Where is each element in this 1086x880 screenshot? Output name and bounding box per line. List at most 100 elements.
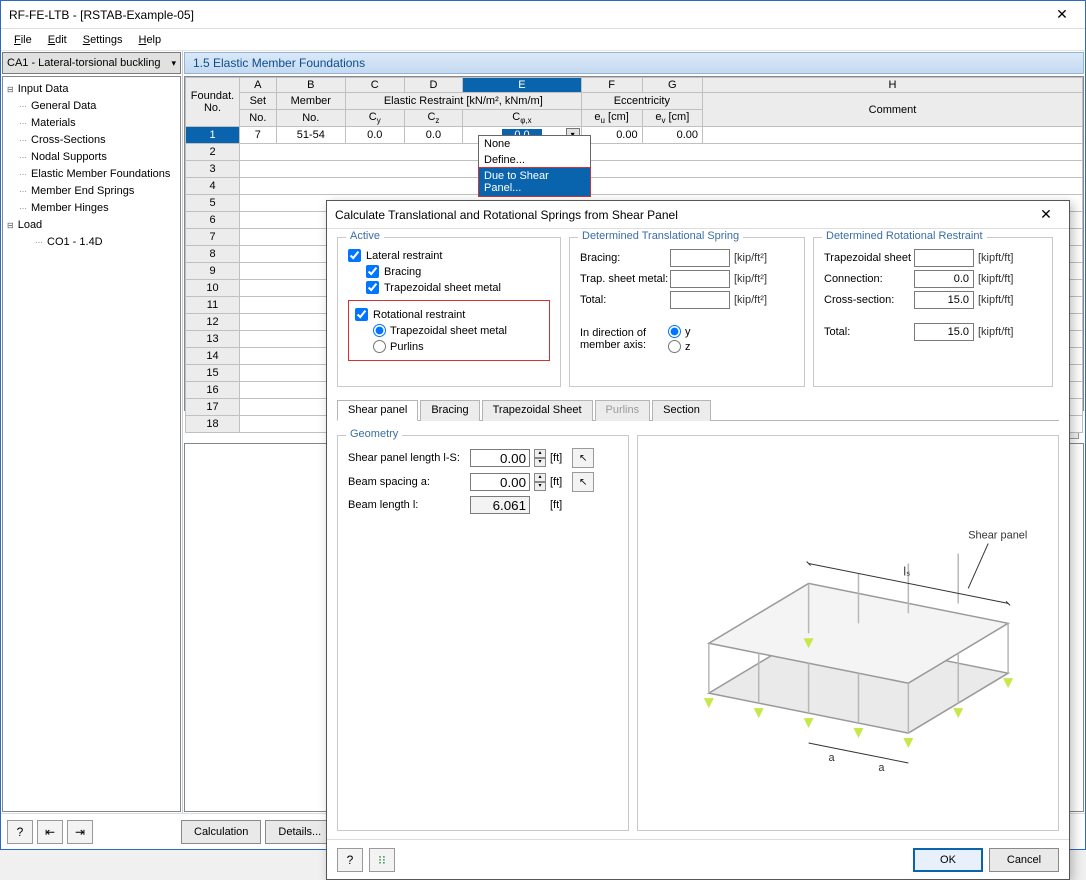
col-e[interactable]: E [463,78,581,93]
group-active-title: Active [346,230,384,242]
chk-lateral[interactable]: Lateral restraint [348,249,550,262]
col-g[interactable]: G [642,78,702,93]
h-eu: eu [cm] [581,110,642,127]
trans-total-val [670,291,730,309]
row-hdr[interactable]: 6 [186,212,240,229]
dialog-units-button[interactable]: ⁝⁝ [369,848,395,872]
tree-root[interactable]: Input Data [5,81,178,98]
ok-button[interactable]: OK [913,848,983,872]
radio-purlins[interactable]: Purlins [373,340,543,353]
svg-text:a: a [828,752,835,764]
menu-file[interactable]: File [7,32,39,48]
radio-axis-y[interactable]: y [668,325,691,338]
row-hdr[interactable]: 10 [186,280,240,297]
dd-none[interactable]: None [479,136,590,152]
cell-set[interactable]: 7 [240,127,277,144]
chk-bracing[interactable]: Bracing [366,265,550,278]
tree-load[interactable]: Load [5,217,178,234]
row-hdr[interactable]: 5 [186,195,240,212]
row-hdr[interactable]: 8 [186,246,240,263]
cell-comment[interactable] [703,127,1083,144]
row-hdr[interactable]: 9 [186,263,240,280]
col-f[interactable]: F [581,78,642,93]
close-button[interactable]: ✕ [1047,5,1077,25]
spinner-icon[interactable]: ▴▾ [534,449,546,467]
tree-cross[interactable]: Cross-Sections [5,132,178,149]
cell-ev[interactable]: 0.00 [642,127,702,144]
row-hdr[interactable]: 3 [186,161,240,178]
row-hdr[interactable]: 7 [186,229,240,246]
nav-tree[interactable]: Input Data General Data Materials Cross-… [2,76,181,812]
dialog-close-button[interactable]: ✕ [1031,205,1061,225]
tree-hinges[interactable]: Member Hinges [5,200,178,217]
cell-member[interactable]: 51-54 [276,127,345,144]
trans-bracing-val [670,249,730,267]
details-button[interactable]: Details... [265,820,334,844]
group-translational: Determined Translational Spring Bracing:… [569,237,805,387]
calculation-button[interactable]: Calculation [181,820,261,844]
h-cphi: Cφ,x [463,110,581,127]
tree-materials[interactable]: Materials [5,115,178,132]
cphi-dropdown[interactable]: None Define... Due to Shear Panel... [478,135,591,197]
cell-cy[interactable]: 0.0 [345,127,404,144]
col-a[interactable]: A [240,78,277,93]
group-active: Active Lateral restraint Bracing Trapezo… [337,237,561,387]
row-hdr[interactable]: 4 [186,178,240,195]
col-b[interactable]: B [276,78,345,93]
menu-help[interactable]: Help [131,32,168,48]
chk-rotational[interactable]: Rotational restraint [355,308,543,321]
preview-panel: lₛ a a Shear panel [637,435,1059,831]
col-d[interactable]: D [404,78,463,93]
row-hdr[interactable]: 12 [186,314,240,331]
radio-trap[interactable]: Trapezoidal sheet metal [373,324,543,337]
menubar: File Edit Settings Help [1,29,1085,51]
dd-define[interactable]: Define... [479,152,590,168]
cancel-button[interactable]: Cancel [989,848,1059,872]
pick-spacing-button[interactable]: ↖ [572,472,594,492]
shear-panel-diagram: lₛ a a Shear panel [649,456,1048,811]
row-hdr[interactable]: 13 [186,331,240,348]
rot-conn-val [914,270,974,288]
spinner-icon[interactable]: ▴▾ [534,473,546,491]
row-hdr[interactable]: 14 [186,348,240,365]
row-hdr[interactable]: 11 [186,297,240,314]
row-1-hdr[interactable]: 1 [186,127,240,144]
combo-text: CA1 - Lateral-torsional buckling [7,57,160,69]
row-hdr[interactable]: 18 [186,416,240,433]
titlebar: RF-FE-LTB - [RSTAB-Example-05] ✕ [1,1,1085,29]
menu-settings[interactable]: Settings [76,32,130,48]
dd-shear-panel[interactable]: Due to Shear Panel... [478,167,591,197]
row-hdr[interactable]: 16 [186,382,240,399]
radio-axis-z[interactable]: z [668,340,691,353]
pick-length-button[interactable]: ↖ [572,448,594,468]
svg-text:lₛ: lₛ [903,564,910,578]
row-hdr[interactable]: 17 [186,399,240,416]
tab-bracing[interactable]: Bracing [420,400,479,421]
tree-elastic[interactable]: Elastic Member Foundations [5,166,178,183]
col-c[interactable]: C [345,78,404,93]
tree-general[interactable]: General Data [5,98,178,115]
next-button[interactable]: ⇥ [67,820,93,844]
tree-nodal[interactable]: Nodal Supports [5,149,178,166]
col-h[interactable]: H [703,78,1083,93]
tab-section[interactable]: Section [652,400,711,421]
geom-len-input[interactable] [470,449,530,467]
case-combo[interactable]: CA1 - Lateral-torsional buckling ▾ [2,52,181,74]
geom-spacing-input[interactable] [470,473,530,491]
h-member: Member [276,93,345,110]
row-hdr[interactable]: 15 [186,365,240,382]
row-hdr[interactable]: 2 [186,144,240,161]
help-button[interactable]: ? [7,820,33,844]
cell-cz[interactable]: 0.0 [404,127,463,144]
h-set: Set [240,93,277,110]
tree-springs[interactable]: Member End Springs [5,183,178,200]
tree-load-co1[interactable]: CO1 - 1.4D [5,234,178,251]
svg-text:a: a [878,762,885,774]
tab-shear-panel[interactable]: Shear panel [337,400,418,421]
prev-button[interactable]: ⇤ [37,820,63,844]
menu-edit[interactable]: Edit [41,32,74,48]
dialog-help-button[interactable]: ? [337,848,363,872]
tab-trap[interactable]: Trapezoidal Sheet [482,400,593,421]
chk-trap[interactable]: Trapezoidal sheet metal [366,281,550,294]
h-setno: No. [240,110,277,127]
